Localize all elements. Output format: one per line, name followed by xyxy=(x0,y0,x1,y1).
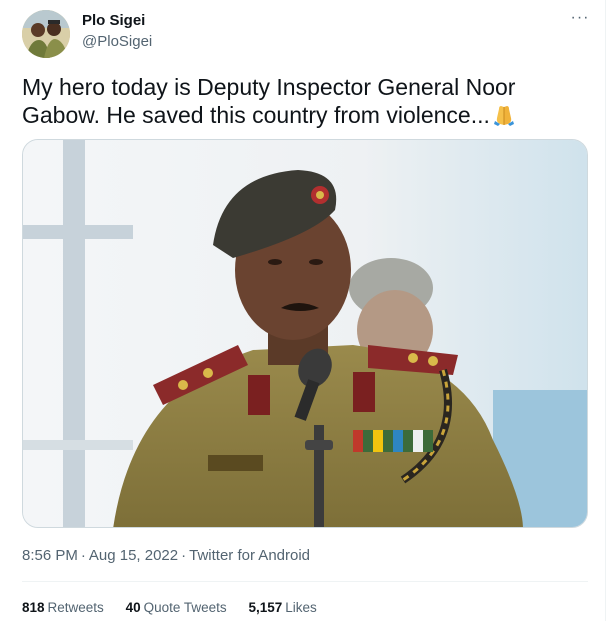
author-handle[interactable]: @PloSigei xyxy=(82,33,152,50)
quote-tweets-count: 40 xyxy=(125,600,141,615)
tweet-metadata: 8:56 PM · Aug 15, 2022 · Twitter for Android xyxy=(22,547,310,564)
tweet-text: My hero today is Deputy Inspector Genera… xyxy=(22,74,516,128)
likes-label: Likes xyxy=(285,600,317,615)
meta-separator: · xyxy=(80,547,86,564)
avatar[interactable] xyxy=(22,10,70,58)
quote-tweets-label: Quote Tweets xyxy=(143,600,227,615)
tweet-text-container: My hero today is Deputy Inspector Genera… xyxy=(22,73,592,129)
divider xyxy=(22,581,588,582)
more-horizontal-icon: ··· xyxy=(570,9,590,26)
tweet-date[interactable]: Aug 15, 2022 xyxy=(89,547,178,564)
retweets-stat[interactable]: 818 Retweets xyxy=(22,600,104,615)
tweet-source[interactable]: Twitter for Android xyxy=(189,547,310,564)
photo-military-officer-at-microphone xyxy=(23,140,587,527)
likes-count: 5,157 xyxy=(248,600,283,615)
more-options-button[interactable]: ··· xyxy=(568,8,592,32)
tweet-card: Plo Sigei @PloSigei ··· My hero today is… xyxy=(0,0,606,621)
tweet-media-photo[interactable] xyxy=(22,139,588,528)
retweets-label: Retweets xyxy=(47,600,104,615)
likes-stat[interactable]: 5,157 Likes xyxy=(248,600,316,615)
author-name[interactable]: Plo Sigei xyxy=(82,12,145,29)
tweet-time[interactable]: 8:56 PM xyxy=(22,547,78,564)
folded-hands-emoji-icon xyxy=(492,103,516,127)
avatar-photo xyxy=(22,10,70,58)
meta-separator: · xyxy=(181,547,187,564)
engagement-stats: 818 Retweets 40 Quote Tweets 5,157 Likes xyxy=(22,600,335,615)
retweets-count: 818 xyxy=(22,600,45,615)
quote-tweets-stat[interactable]: 40 Quote Tweets xyxy=(126,600,227,615)
